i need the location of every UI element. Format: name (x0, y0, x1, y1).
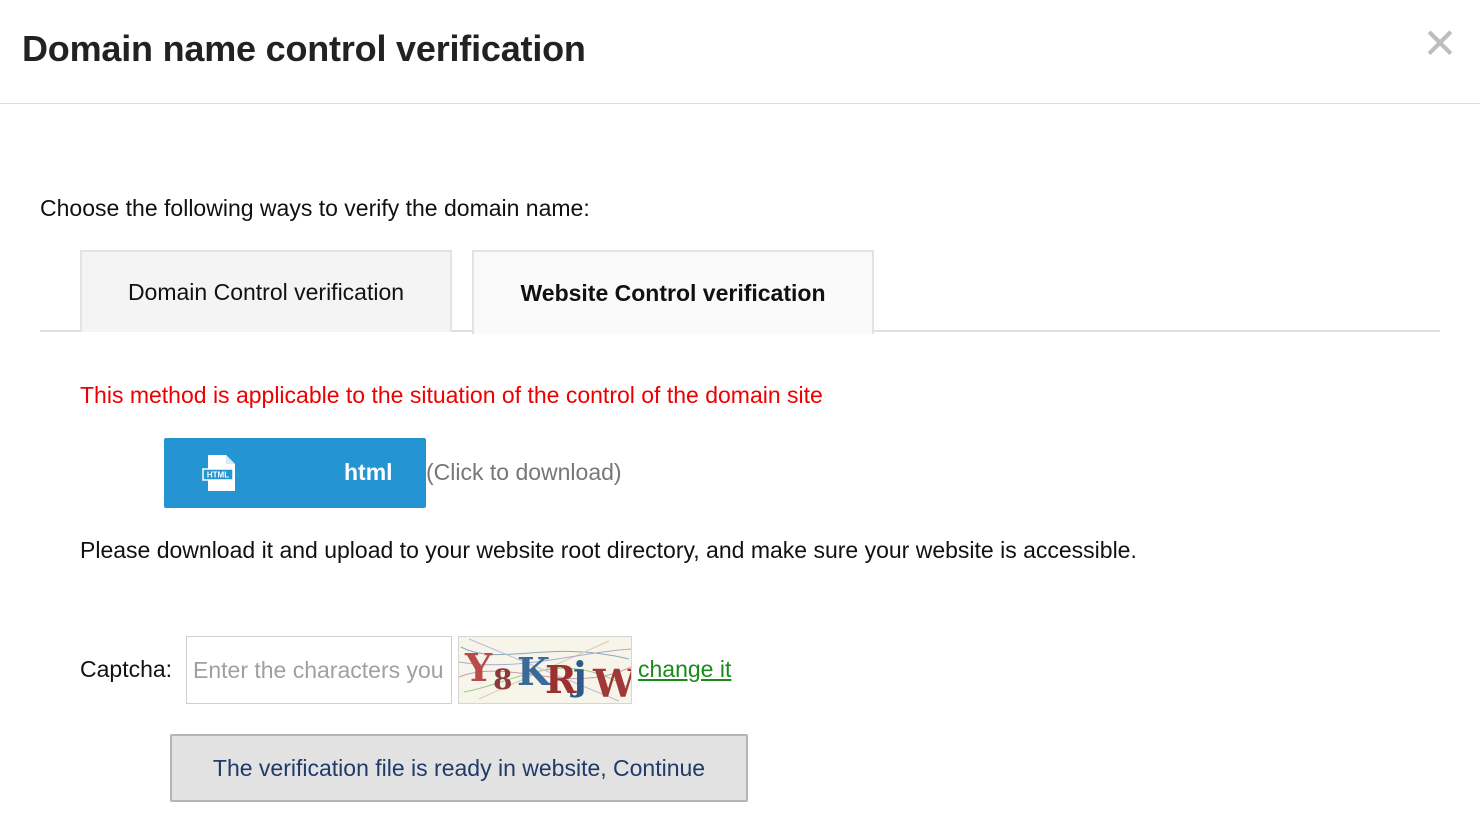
captcha-char: 8 (493, 663, 512, 696)
instruction-text: Choose the following ways to verify the … (40, 195, 590, 221)
tab-domain-control[interactable]: Domain Control verification (80, 250, 452, 332)
download-hint: (Click to download) (426, 459, 622, 485)
upload-instruction: Please download it and upload to your we… (80, 537, 1137, 563)
dialog-header: Domain name control verification ✕ (0, 0, 1480, 104)
captcha-input[interactable] (186, 636, 452, 704)
captcha-label: Captcha: (80, 656, 173, 682)
download-label: html (344, 459, 393, 485)
tab-label: Website Control verification (520, 279, 826, 306)
close-icon[interactable]: ✕ (1422, 23, 1458, 65)
download-html-button[interactable]: HTML html (164, 438, 426, 508)
html-file-icon: HTML (202, 455, 235, 491)
change-captcha-link[interactable]: change it (638, 656, 731, 683)
continue-button[interactable]: The verification file is ready in websit… (170, 734, 748, 802)
captcha-image[interactable]: Y 8 K R j W (458, 636, 632, 704)
captcha-char: j (570, 653, 587, 698)
tab-label: Domain Control verification (127, 278, 405, 305)
svg-text:HTML: HTML (207, 471, 229, 480)
captcha-char: W (592, 661, 631, 703)
tab-website-control[interactable]: Website Control verification (472, 250, 874, 334)
dialog-title: Domain name control verification (22, 28, 586, 69)
captcha-char: Y (464, 645, 493, 690)
method-note: This method is applicable to the situati… (80, 382, 823, 408)
